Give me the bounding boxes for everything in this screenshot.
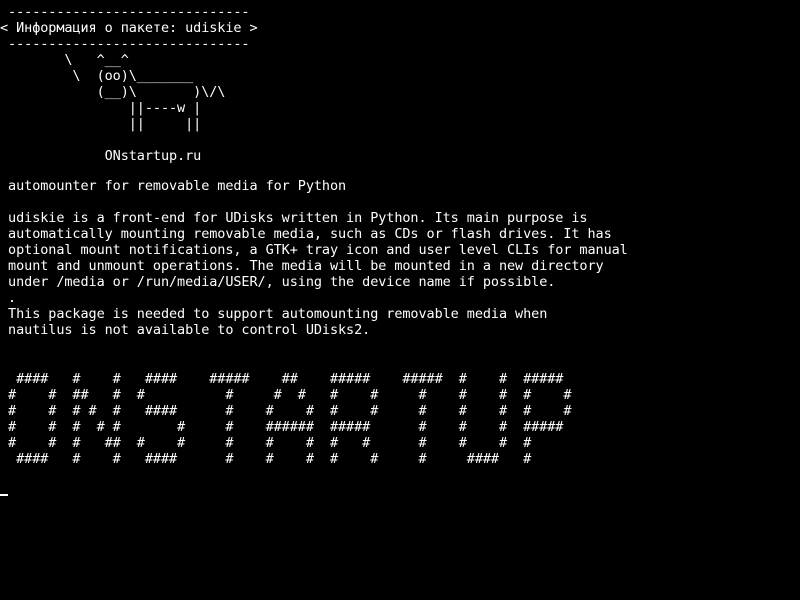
package-description: udiskie is a front-end for UDisks writte… [8,210,628,338]
cowsay-banner: ------------------------------ < Информа… [0,4,258,164]
ascii-art-banner: #### # # #### ##### ## ##### ##### # # #… [8,371,572,467]
package-summary: automounter for removable media for Pyth… [0,178,347,194]
terminal-screen[interactable]: ------------------------------ < Информа… [0,0,800,600]
text-cursor [0,494,8,496]
